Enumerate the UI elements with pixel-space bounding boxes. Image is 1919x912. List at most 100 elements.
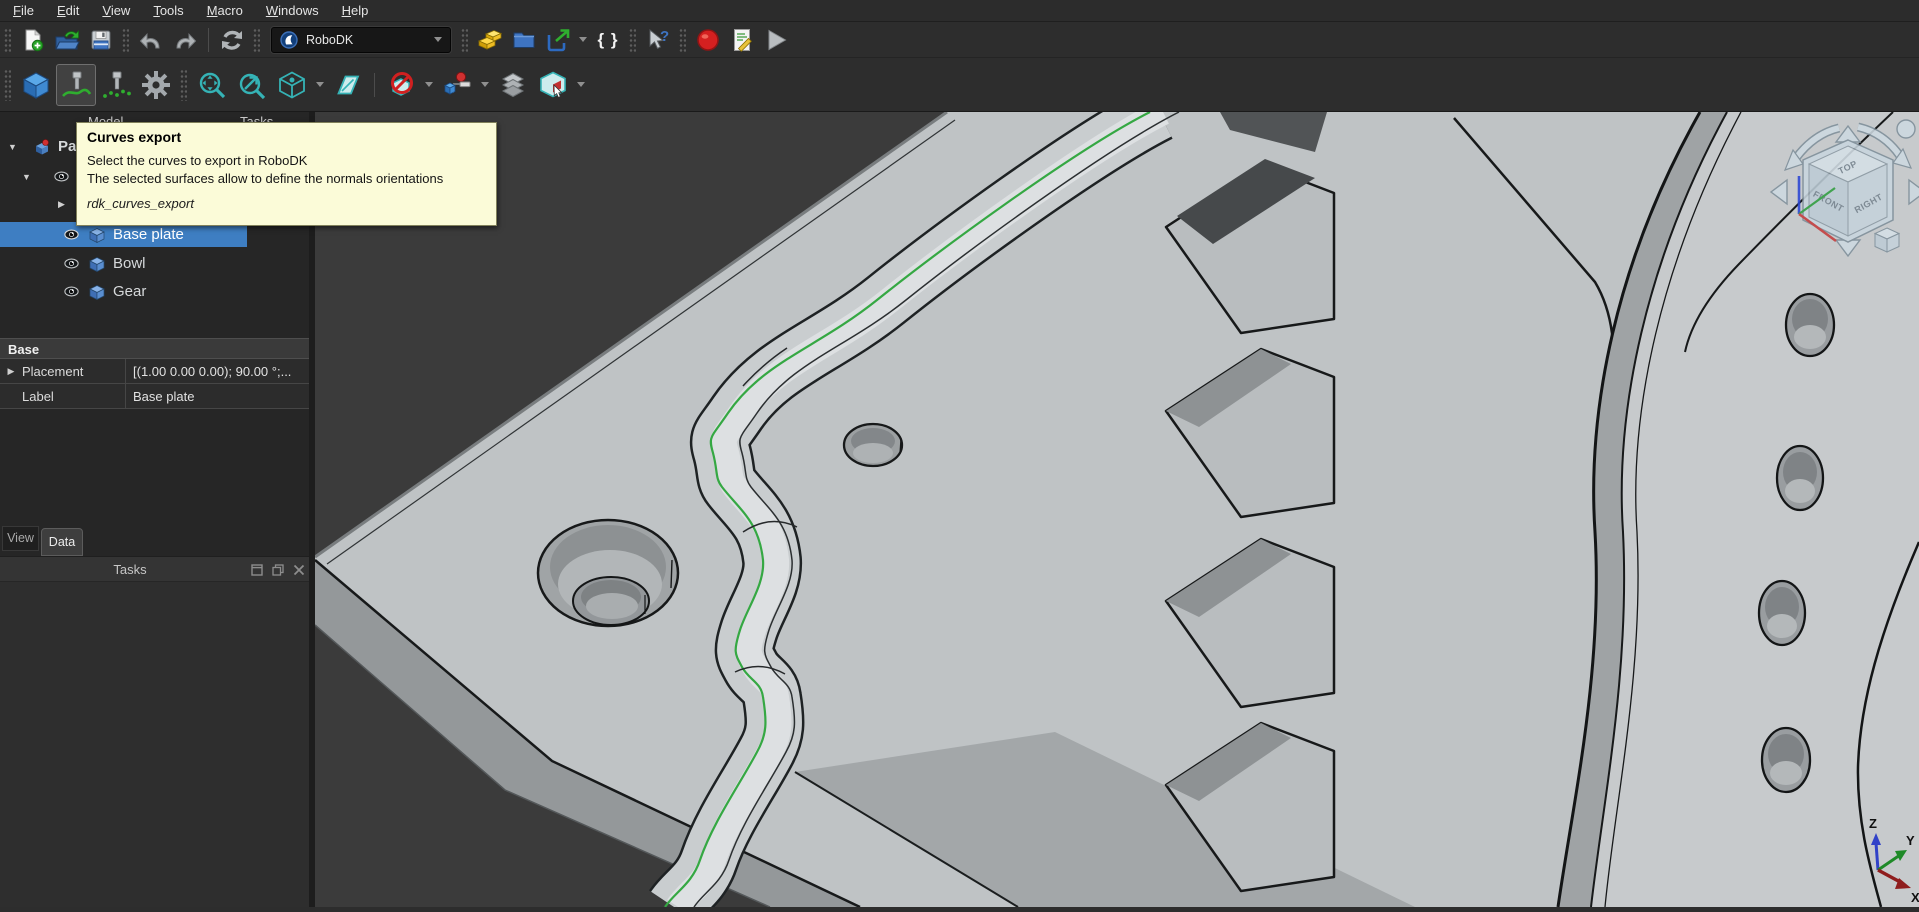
menu-view[interactable]: View (93, 1, 139, 20)
toolbar-file: RoboDK { } ? (0, 22, 1919, 58)
view-cube-dropdown-icon[interactable] (316, 82, 324, 87)
expander-icon[interactable]: ▼ (22, 172, 36, 182)
chevron-down-icon (434, 37, 442, 42)
menu-edit[interactable]: Edit (48, 1, 88, 20)
expander-icon[interactable]: ▶ (0, 359, 22, 383)
robodk-logo-icon (280, 31, 298, 49)
menu-help[interactable]: Help (333, 1, 378, 20)
blue-cube-icon (445, 83, 455, 94)
curves-export-button[interactable] (56, 64, 96, 106)
menu-tools[interactable]: Tools (144, 1, 192, 20)
code-braces-button[interactable]: { } (591, 25, 625, 55)
selection-cube-button[interactable] (533, 64, 573, 106)
settings-gear-button[interactable] (136, 64, 176, 106)
nav-mini-cube[interactable] (1875, 228, 1899, 252)
curves-export-tooltip: Curves export Select the curves to expor… (76, 122, 497, 226)
edit-script-button[interactable] (725, 25, 759, 55)
property-name: Label (22, 384, 125, 408)
x-axis-label: X (1911, 890, 1919, 905)
property-row-label[interactable]: Label Base plate (0, 384, 309, 409)
tooltip-description-2: The selected surfaces allow to define th… (87, 171, 486, 186)
menu-macro[interactable]: Macro (198, 1, 252, 20)
view-cube-button[interactable] (272, 64, 312, 106)
workbench-selector-value: RoboDK (306, 33, 430, 47)
braces-glyph: { } (598, 30, 619, 50)
z-axis-label: Z (1869, 816, 1877, 831)
robodk-blocks-button[interactable] (473, 25, 507, 55)
toolbar-separator (374, 73, 375, 97)
undo-button[interactable] (134, 25, 168, 55)
appearance-dropdown-icon[interactable] (481, 82, 489, 87)
red-sphere-icon (456, 72, 465, 81)
toolbar-separator (208, 28, 209, 52)
toolbar-grip[interactable] (4, 28, 11, 52)
3d-scene[interactable]: TOP FRONT RIGHT Z Y X (315, 112, 1919, 907)
eye-icon[interactable] (64, 286, 79, 297)
eye-icon[interactable] (64, 229, 79, 240)
run-macro-button[interactable] (759, 25, 793, 55)
blue-cube-button[interactable] (16, 64, 56, 106)
panel-tab-data[interactable]: Data (41, 528, 83, 556)
toolbar-grip[interactable] (461, 28, 468, 52)
nav-circle-button (1897, 120, 1915, 138)
menu-bar: File Edit View Tools Macro Windows Help (0, 0, 1919, 22)
redo-button[interactable] (168, 25, 202, 55)
toolbar-grip[interactable] (122, 28, 129, 52)
property-editor: Base ▶ Placement [(1.00 0.00 0.00); 90.0… (0, 338, 309, 409)
points-export-button[interactable] (96, 64, 136, 106)
layers-button[interactable] (493, 64, 533, 106)
record-macro-button[interactable] (691, 25, 725, 55)
3d-viewport[interactable]: TOP FRONT RIGHT Z Y X (315, 112, 1919, 907)
eye-icon[interactable] (64, 258, 79, 269)
toolbar-robodk-view (0, 58, 1919, 112)
menu-windows[interactable]: Windows (257, 1, 328, 20)
open-folder-button[interactable] (507, 25, 541, 55)
expander-icon[interactable]: ▶ (58, 199, 72, 210)
appearance-node-button[interactable] (437, 64, 477, 106)
toolbar-grip[interactable] (4, 69, 11, 101)
document-label: Pa (58, 138, 76, 155)
whats-this-button[interactable]: ? (641, 25, 675, 55)
toolbar-grip[interactable] (629, 28, 636, 52)
open-arrow-icon (65, 31, 79, 38)
open-document-button[interactable] (50, 25, 84, 55)
draw-style-button[interactable] (381, 64, 421, 106)
export-button[interactable] (541, 25, 575, 55)
toolbar-grip[interactable] (679, 28, 686, 52)
expander-spacer (0, 384, 22, 408)
property-value[interactable]: [(1.00 0.00 0.00); 90.00 °;... (125, 359, 309, 383)
tooltip-description-1: Select the curves to export in RoboDK (87, 153, 486, 168)
toolbar-grip[interactable] (180, 69, 187, 101)
toolbar-grip[interactable] (253, 28, 260, 52)
green-curve-icon (63, 89, 90, 95)
draw-style-dropdown-icon[interactable] (425, 82, 433, 87)
sketch-plane-button[interactable] (328, 64, 368, 106)
float-icon[interactable] (272, 564, 284, 576)
tree-item-gear[interactable]: Gear (0, 279, 309, 304)
export-dropdown-icon[interactable] (579, 37, 587, 42)
document-icon (34, 139, 50, 155)
tooltip-title: Curves export (87, 129, 486, 145)
property-group-header[interactable]: Base (0, 338, 309, 359)
new-document-button[interactable] (16, 25, 50, 55)
part-cube-icon (89, 284, 105, 300)
zoom-selection-button[interactable] (232, 64, 272, 106)
eye-icon[interactable] (54, 171, 69, 182)
save-button[interactable] (84, 25, 118, 55)
selection-dropdown-icon[interactable] (577, 82, 585, 87)
workbench-selector[interactable]: RoboDK (271, 27, 451, 53)
zoom-fit-button[interactable] (192, 64, 232, 106)
close-icon[interactable] (293, 564, 305, 576)
tree-item-bowl[interactable]: Bowl (0, 251, 309, 276)
property-row-placement[interactable]: ▶ Placement [(1.00 0.00 0.00); 90.00 °;.… (0, 359, 309, 384)
expander-icon[interactable]: ▼ (8, 142, 22, 152)
property-value[interactable]: Base plate (125, 384, 309, 408)
panel-tab-view[interactable]: View (2, 526, 39, 551)
dock-icon[interactable] (251, 564, 263, 576)
counterbore-hole[interactable] (538, 520, 678, 626)
refresh-button[interactable] (215, 25, 249, 55)
tasks-title: Tasks (30, 557, 230, 583)
menu-file[interactable]: File (4, 1, 43, 20)
tree-item-label: Bowl (113, 255, 146, 272)
small-hole[interactable] (844, 424, 902, 466)
